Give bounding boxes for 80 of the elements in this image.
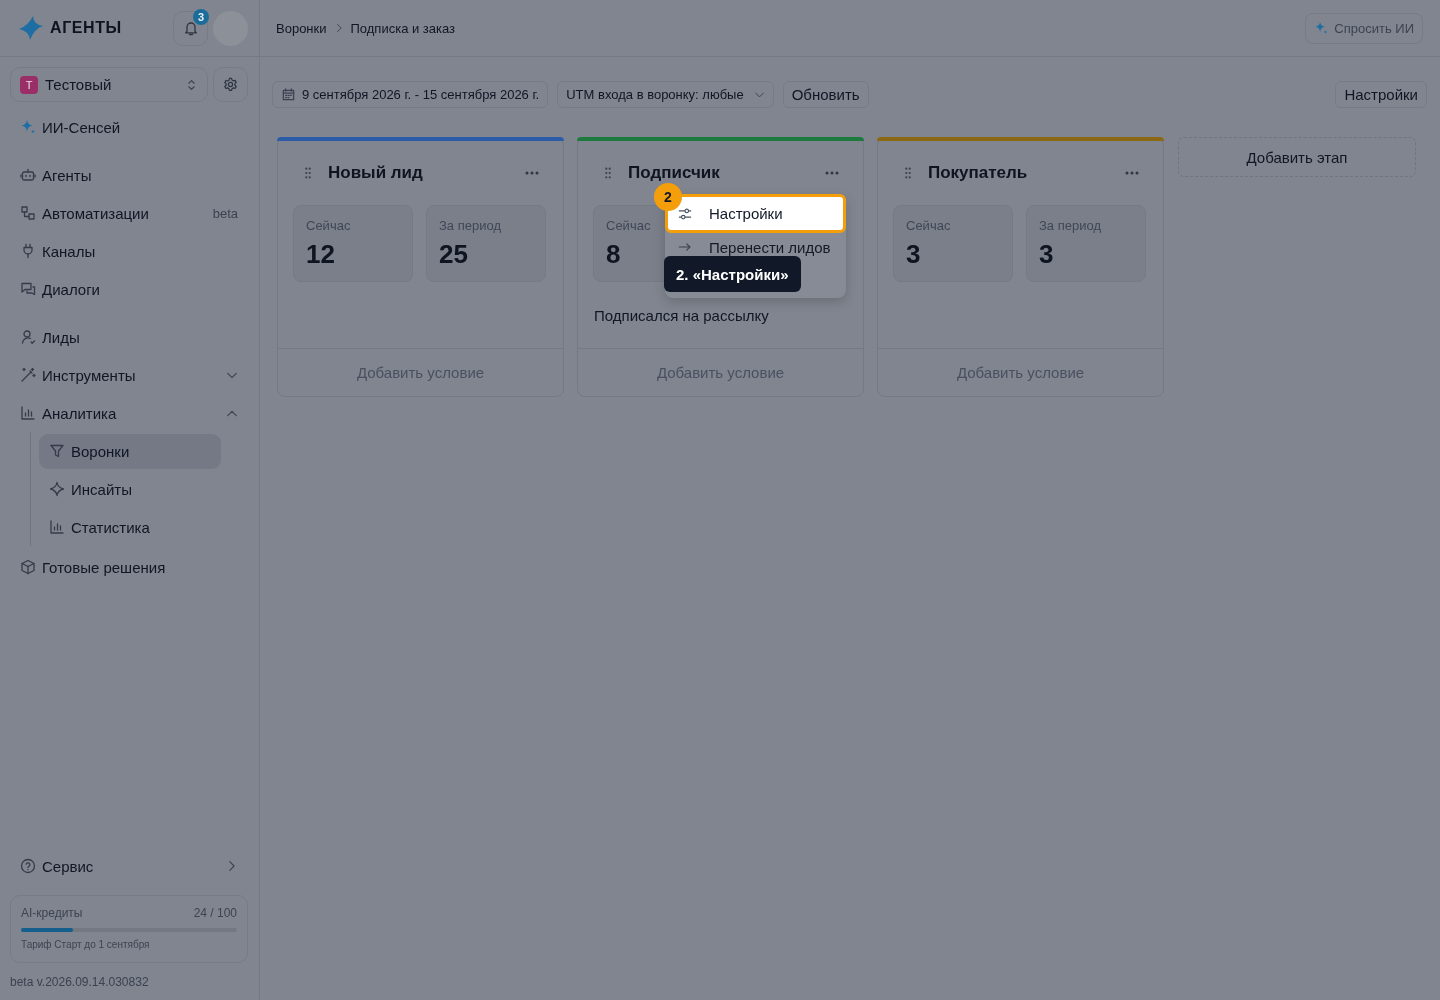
logo-text: АГЕНТЫ bbox=[50, 19, 122, 37]
stat-value: 3 bbox=[1039, 239, 1054, 269]
workspace-settings-button[interactable] bbox=[213, 67, 248, 102]
workspace-avatar: Т bbox=[20, 75, 38, 94]
nav-item[interactable]: Автоматизации bbox=[10, 195, 159, 231]
nav-item[interactable]: Готовые решения bbox=[10, 549, 176, 585]
stage-description: Подписался на рассылку bbox=[594, 306, 770, 326]
version-text: beta v.2026.09.14.030832 bbox=[9, 974, 150, 991]
chevron-up-down-icon bbox=[187, 77, 196, 92]
star-logo-icon bbox=[18, 15, 44, 41]
nav-item[interactable]: ИИ-Сенсей bbox=[10, 109, 131, 145]
stat-label: Сейчас bbox=[906, 218, 951, 234]
plug-icon bbox=[20, 243, 36, 259]
more-icon[interactable] bbox=[525, 171, 539, 175]
arrow-right-icon bbox=[678, 240, 692, 254]
user-icon bbox=[20, 329, 36, 345]
sparkle-icon bbox=[1314, 21, 1329, 35]
credits-label: AI-кредиты bbox=[21, 906, 83, 920]
nav-item[interactable]: Диалоги bbox=[10, 271, 110, 307]
stat-value: 25 bbox=[439, 239, 468, 269]
nav-item[interactable]: Инсайты bbox=[39, 471, 142, 507]
help-icon bbox=[20, 858, 36, 874]
nav-item[interactable]: Лиды bbox=[10, 319, 90, 355]
notifications-button[interactable]: 3 bbox=[173, 10, 208, 46]
stat-value: 8 bbox=[606, 239, 621, 269]
magic-wand-icon bbox=[20, 367, 36, 383]
chevron-right-icon[interactable] bbox=[228, 860, 235, 872]
ask-ai-button[interactable]: Спросить ИИ bbox=[1305, 12, 1423, 44]
bar-chart-icon bbox=[20, 405, 36, 421]
stat-label: За период bbox=[439, 218, 501, 234]
nav-item[interactable]: Агенты bbox=[10, 157, 102, 193]
utm-filter-dropdown[interactable]: UTM входа в воронку: любые bbox=[557, 81, 774, 108]
date-range-button[interactable]: 9 сентября 2026 г. - 15 сентября 2026 г. bbox=[272, 81, 549, 108]
calendar-icon bbox=[281, 87, 296, 102]
stage-title: Новый лид bbox=[328, 162, 423, 184]
nav-item[interactable]: Каналы bbox=[10, 233, 106, 269]
sliders-icon bbox=[678, 206, 692, 221]
settings-icon bbox=[223, 77, 238, 92]
drag-handle-icon[interactable] bbox=[905, 167, 911, 179]
stat-label: За период bbox=[1039, 218, 1101, 234]
credits-value: 24 / 100 bbox=[193, 906, 237, 920]
more-icon[interactable] bbox=[825, 171, 839, 175]
chat-bubbles-icon bbox=[20, 281, 36, 297]
chevron-right-icon bbox=[335, 23, 342, 33]
tutorial-tooltip: 2. «Настройки» bbox=[664, 256, 801, 292]
settings-button[interactable]: Настройки bbox=[1335, 81, 1427, 108]
workspace-selector[interactable]: Т Тестовый bbox=[10, 67, 208, 102]
bar-chart-icon bbox=[49, 519, 65, 535]
nav-item[interactable]: Статистика bbox=[39, 509, 160, 545]
plan-text: Тариф Старт до 1 сентября bbox=[21, 939, 151, 951]
nav-item[interactable]: Аналитика bbox=[10, 395, 127, 431]
nav-item[interactable]: Инструменты bbox=[10, 357, 146, 393]
funnel-icon bbox=[49, 443, 65, 459]
stage-title: Подписчик bbox=[628, 162, 720, 184]
stat-label: Сейчас bbox=[306, 218, 351, 234]
beta-label: beta bbox=[212, 205, 238, 221]
add-stage-button[interactable]: Добавить этап bbox=[1178, 137, 1416, 177]
more-icon[interactable] bbox=[1125, 171, 1139, 175]
nav-item[interactable]: Воронки bbox=[39, 433, 221, 469]
sparkle-icon bbox=[20, 119, 36, 135]
drag-handle-icon[interactable] bbox=[305, 167, 311, 179]
robot-icon bbox=[20, 167, 36, 183]
bell-icon bbox=[182, 20, 199, 36]
chevron-down-icon bbox=[753, 91, 765, 98]
breadcrumb-link[interactable]: Воронки bbox=[276, 20, 327, 36]
cube-icon bbox=[20, 559, 36, 575]
sparkle-icon bbox=[49, 481, 65, 497]
chevron-down-icon[interactable] bbox=[226, 371, 238, 379]
chevron-up-icon[interactable] bbox=[226, 409, 238, 417]
stat-label: Сейчас bbox=[606, 218, 651, 234]
stat-value: 12 bbox=[306, 239, 335, 269]
stage-title: Покупатель bbox=[928, 162, 1028, 184]
breadcrumb-current: Подписка и заказ bbox=[350, 20, 456, 36]
linked-squares-icon bbox=[20, 205, 36, 221]
step-number-badge: 2 bbox=[654, 183, 682, 211]
refresh-button[interactable]: Обновить bbox=[782, 81, 869, 108]
notification-count-badge: 3 bbox=[193, 8, 209, 25]
nav-item[interactable]: Сервис bbox=[10, 848, 104, 884]
drag-handle-icon[interactable] bbox=[605, 167, 611, 179]
stat-value: 3 bbox=[906, 239, 921, 269]
